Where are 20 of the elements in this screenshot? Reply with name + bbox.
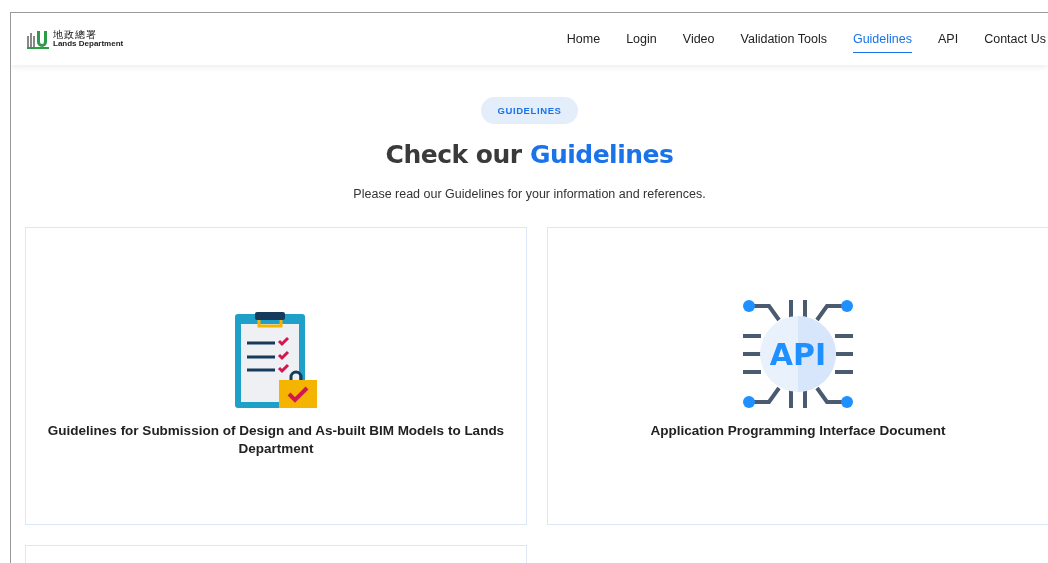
nav-link[interactable]: Video — [682, 25, 715, 53]
section-subtitle: Please read our Guidelines for your information and references. — [353, 187, 706, 201]
section-badge: GUIDELINES — [481, 97, 578, 124]
nav-link[interactable]: Validation Tools — [740, 25, 827, 53]
nav-link[interactable]: Contact Us — [984, 25, 1046, 53]
api-icon-label: API — [769, 337, 827, 372]
circuit-chip-icon — [741, 298, 855, 410]
section-heading: Check our Guidelines — [385, 140, 674, 169]
clipboard-checklist-icon — [233, 310, 319, 410]
logo-chinese-name: 地政總署 — [53, 30, 97, 40]
nav-link[interactable]: Home — [566, 25, 601, 53]
card-title: Application Programming Interface Document — [650, 422, 946, 440]
guideline-card[interactable]: Guidelines for Submission of Design and As-built BIM Models to Lands Department — [25, 227, 527, 525]
card-title: Guidelines for Submission of Design and As-built BIM Models to Lands Department — [46, 422, 506, 459]
logo-icon — [27, 29, 49, 49]
nav-link[interactable]: Login — [626, 25, 657, 53]
nav-link[interactable]: Guidelines — [852, 25, 912, 53]
logo-english-name: Lands Department — [53, 40, 124, 48]
nav-link[interactable]: API — [938, 25, 959, 53]
guideline-card[interactable]: API Application Programming Interface Document — [547, 227, 1048, 525]
